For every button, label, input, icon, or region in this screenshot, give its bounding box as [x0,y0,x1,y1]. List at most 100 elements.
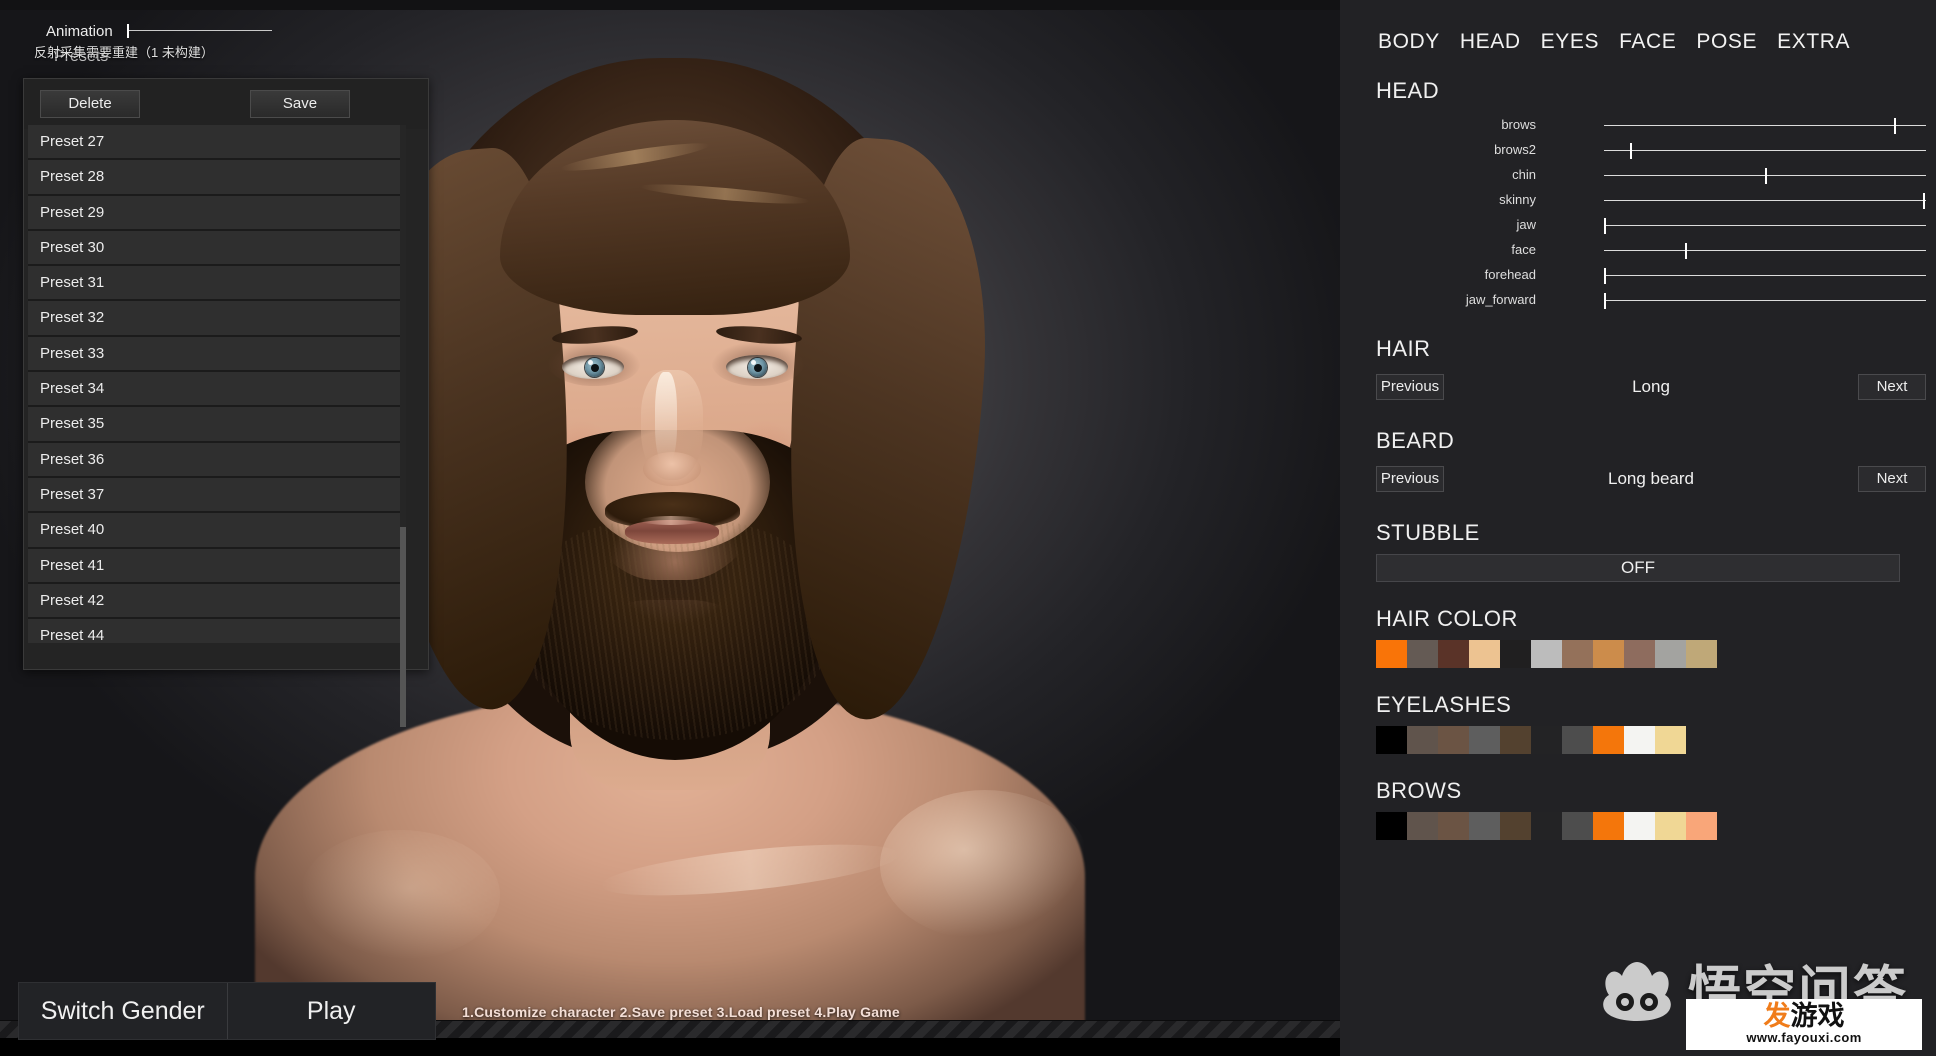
preset-list-item[interactable]: Preset 29 [28,195,404,231]
preset-list-item[interactable]: Preset 30 [28,230,404,267]
hair-next-button[interactable]: Next [1858,374,1926,400]
brows-swatch-row [1340,812,1936,840]
eyelashes-swatch[interactable] [1562,726,1593,754]
tab-body[interactable]: BODY [1378,30,1440,54]
fayouxi-youxi-text: 游戏 [1790,1000,1845,1031]
slider-jaw_forward[interactable] [1604,291,1926,309]
brows-swatch[interactable] [1593,812,1624,840]
brows-swatch[interactable] [1624,812,1655,840]
preset-list[interactable]: Preset 27 Preset 28 Preset 29 Preset 30 Pres… [28,125,404,643]
brows-swatch[interactable] [1655,812,1686,840]
preset-list-item[interactable]: Preset 37 [28,477,404,514]
slider-chin[interactable] [1604,166,1926,184]
slider-brows2[interactable] [1604,141,1926,159]
reflection-capture-message: 反射采集需要重建（1 未构建） [34,45,214,60]
brows-swatch[interactable] [1562,812,1593,840]
preset-list-item[interactable]: Preset 32 [28,301,404,337]
beard-picker: Previous Long beard Next [1340,462,1936,496]
switch-gender-button[interactable]: Switch Gender [19,983,228,1039]
hair-color-swatch[interactable] [1407,640,1438,668]
slider-handle-brows2[interactable] [1629,142,1632,159]
slider-handle-chin[interactable] [1765,167,1767,184]
hair-color-swatch[interactable] [1624,640,1655,668]
preset-list-item[interactable]: Preset 28 [28,160,404,196]
save-preset-button[interactable]: Save [250,90,350,118]
brows-swatch[interactable] [1407,812,1438,840]
slider-handle-skinny[interactable] [1922,192,1925,209]
brows-swatch[interactable] [1531,812,1562,840]
tab-pose[interactable]: POSE [1696,30,1757,54]
slider-handle-forehead[interactable] [1604,267,1606,284]
hair-color-swatch[interactable] [1438,640,1469,668]
eyelashes-swatch[interactable] [1624,726,1655,754]
slider-handle-jaw_forward[interactable] [1604,292,1606,309]
hair-color-swatch[interactable] [1376,640,1407,668]
eyelashes-swatch[interactable] [1593,726,1624,754]
hair-previous-button[interactable]: Previous [1376,374,1444,400]
tab-head[interactable]: HEAD [1460,30,1521,54]
animation-slider-handle[interactable] [126,24,129,38]
delete-preset-button[interactable]: Delete [40,90,140,118]
preset-list-item[interactable]: Preset 36 [28,442,404,478]
slider-label-brows: brows [1501,117,1536,132]
hair-color-swatch[interactable] [1655,640,1686,668]
slider-handle-face[interactable] [1684,242,1687,259]
brows-swatch[interactable] [1376,812,1407,840]
preset-list-scrollbar-thumb[interactable] [400,527,406,727]
slider-skinny[interactable] [1604,191,1926,209]
eyelashes-swatch[interactable] [1531,726,1562,754]
tab-face[interactable]: FACE [1619,30,1676,54]
presets-panel: Delete Save Preset 27 Preset 28 Preset 29 P… [23,78,429,727]
beard-current-value: Long beard [1607,469,1695,488]
slider-row-forehead: forehead [1340,262,1936,287]
hair-color-swatch[interactable] [1562,640,1593,668]
play-button[interactable]: Play [228,983,436,1039]
slider-handle-brows[interactable] [1893,117,1896,134]
hair-color-swatch[interactable] [1593,640,1624,668]
wukong-logo-icon [1603,962,1671,1021]
slider-face[interactable] [1604,241,1926,259]
animation-control[interactable]: Animation [46,20,326,42]
beard-previous-button[interactable]: Previous [1376,466,1444,492]
slider-jaw[interactable] [1604,216,1926,234]
head-section-title: HEAD [1376,78,1440,103]
eyelashes-swatch[interactable] [1655,726,1686,754]
eyelashes-swatch[interactable] [1438,726,1469,754]
slider-label-skinny: skinny [1499,192,1536,207]
fayouxi-fa-text: 发 [1763,1000,1791,1031]
eyelashes-swatch[interactable] [1469,726,1500,754]
hair-color-swatch[interactable] [1686,640,1717,668]
character-eye-specular-left [588,360,593,365]
preset-list-item[interactable]: Preset 35 [28,407,404,443]
stubble-toggle[interactable]: OFF [1376,554,1900,582]
slider-label-face: face [1511,242,1536,257]
brows-swatch[interactable] [1686,812,1717,840]
slider-track-jaw [1604,224,1926,226]
slider-forehead[interactable] [1604,266,1926,284]
eyelashes-swatch[interactable] [1407,726,1438,754]
preset-list-item[interactable]: Preset 31 [28,266,404,302]
slider-track-brows2 [1604,149,1926,151]
preset-list-item[interactable]: Preset 27 [28,125,404,161]
slider-brows[interactable] [1604,116,1926,134]
hair-color-swatch[interactable] [1469,640,1500,668]
hair-color-swatch[interactable] [1500,640,1531,668]
preset-list-item[interactable]: Preset 34 [28,372,404,408]
slider-track-brows [1604,124,1926,126]
preset-list-item[interactable]: Preset 44 [28,619,404,643]
eyelashes-swatch[interactable] [1376,726,1407,754]
animation-slider[interactable] [126,24,272,38]
eyelashes-swatch[interactable] [1500,726,1531,754]
brows-swatch[interactable] [1469,812,1500,840]
preset-list-item[interactable]: Preset 40 [28,513,404,549]
tab-eyes[interactable]: EYES [1541,30,1599,54]
preset-list-item[interactable]: Preset 41 [28,548,404,584]
preset-list-item[interactable]: Preset 33 [28,336,404,373]
slider-handle-jaw[interactable] [1604,217,1606,234]
brows-swatch[interactable] [1500,812,1531,840]
beard-next-button[interactable]: Next [1858,466,1926,492]
tab-extra[interactable]: EXTRA [1777,30,1850,54]
brows-swatch[interactable] [1438,812,1469,840]
hair-color-swatch[interactable] [1531,640,1562,668]
preset-list-item[interactable]: Preset 42 [28,583,404,620]
